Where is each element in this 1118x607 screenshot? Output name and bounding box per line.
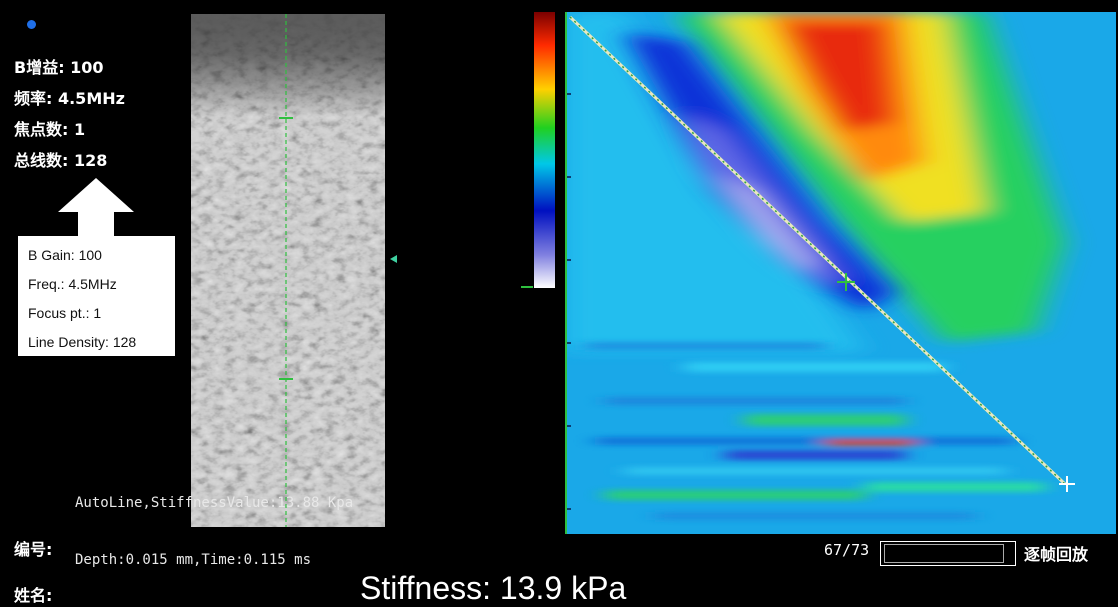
- frame-playback-button[interactable]: 逐帧回放: [1024, 541, 1088, 565]
- param-b-gain-en: B Gain: 100: [28, 247, 102, 263]
- param-frequency-en: Freq.: 4.5MHz: [28, 276, 117, 292]
- translation-callout: B Gain: 100 Freq.: 4.5MHz Focus pt.: 1 L…: [18, 236, 175, 356]
- up-arrow-icon: [58, 178, 134, 238]
- param-focus-cn: 焦点数: 1: [14, 120, 86, 139]
- shear-wave-elastography-map[interactable]: [565, 12, 1116, 534]
- patient-id-label: 编号:: [14, 540, 53, 559]
- depth-marker-icon: [390, 255, 397, 263]
- overlay-stiffness-line: AutoLine,StiffnessValue:13.88 Kpa: [75, 495, 354, 511]
- measurement-overlay: AutoLine,StiffnessValue:13.88 Kpa Depth:…: [75, 456, 353, 589]
- color-scale-bar: [534, 12, 555, 288]
- b-mode-image[interactable]: [191, 14, 385, 527]
- param-b-gain-cn: B增益: 100: [14, 58, 104, 77]
- frame-counter: 67/73: [824, 541, 870, 559]
- overlay-depth-line: Depth:0.015 mm,Time:0.115 ms: [75, 552, 312, 568]
- stiffness-result: Stiffness: 13.9 kPa: [360, 570, 627, 606]
- color-scale-marker: [521, 286, 533, 288]
- status-dot: [27, 20, 36, 29]
- param-frequency-cn: 频率: 4.5MHz: [14, 89, 125, 108]
- param-line-density-en: Line Density: 128: [28, 334, 137, 350]
- param-line-density-cn: 总线数: 128: [14, 151, 108, 170]
- param-focus-en: Focus pt.: 1: [28, 305, 102, 321]
- params-readout-cn: B增益: 100 频率: 4.5MHz 焦点数: 1 总线数: 128: [14, 52, 125, 176]
- frame-playback-track: [884, 544, 1004, 563]
- patient-name-label: 姓名:: [14, 586, 53, 605]
